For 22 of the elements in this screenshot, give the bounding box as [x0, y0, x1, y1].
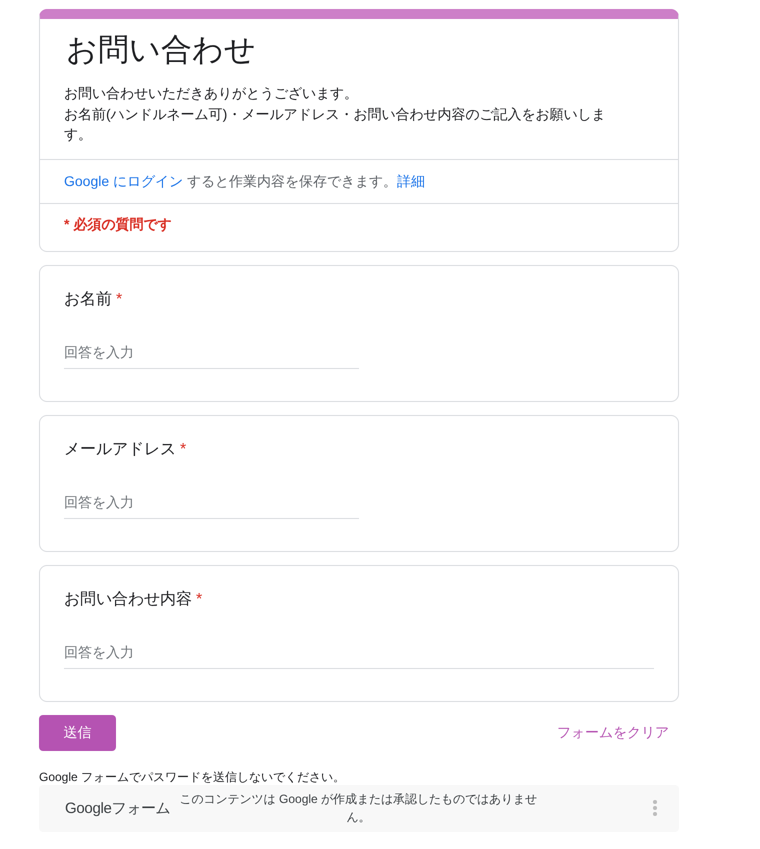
answer-field[interactable]: 回答を入力 — [64, 636, 654, 668]
question-label: お名前 — [64, 290, 112, 310]
question-label: お問い合わせ内容 — [64, 590, 192, 610]
form-description: お問い合わせいただきありがとうございます。 — [64, 84, 359, 103]
more-options-icon[interactable] — [653, 800, 657, 816]
sign-in-notice: Google にログイン すると作業内容を保存できます。詳細 — [64, 172, 426, 190]
required-note: * 必須の質問です — [64, 214, 172, 234]
clear-form-link[interactable]: フォームをクリア — [557, 724, 669, 742]
answer-field[interactable]: 回答を入力 — [64, 336, 359, 368]
form-description: お名前(ハンドルネーム可)・メールアドレス・お問い合わせ内容のご記入をお願いします。 — [64, 104, 606, 144]
required-mark: * — [116, 290, 122, 310]
required-mark: * — [180, 440, 186, 460]
question-label: メールアドレス — [64, 440, 176, 460]
details-link[interactable]: 詳細 — [397, 172, 426, 188]
sign-in-link[interactable]: Google にログイン — [64, 172, 184, 188]
password-warning: Google フォームでパスワードを送信しないでください。 — [39, 768, 346, 784]
required-mark: * — [196, 590, 202, 610]
form-title: お問い合わせ — [65, 31, 257, 69]
answer-field[interactable]: 回答を入力 — [64, 486, 359, 518]
forms-logo[interactable]: Googleフォーム — [65, 798, 170, 818]
disclaimer-text: このコンテンツは Google が作成または承認したものではありません。 — [178, 791, 538, 826]
submit-button[interactable]: 送信 — [39, 714, 116, 750]
